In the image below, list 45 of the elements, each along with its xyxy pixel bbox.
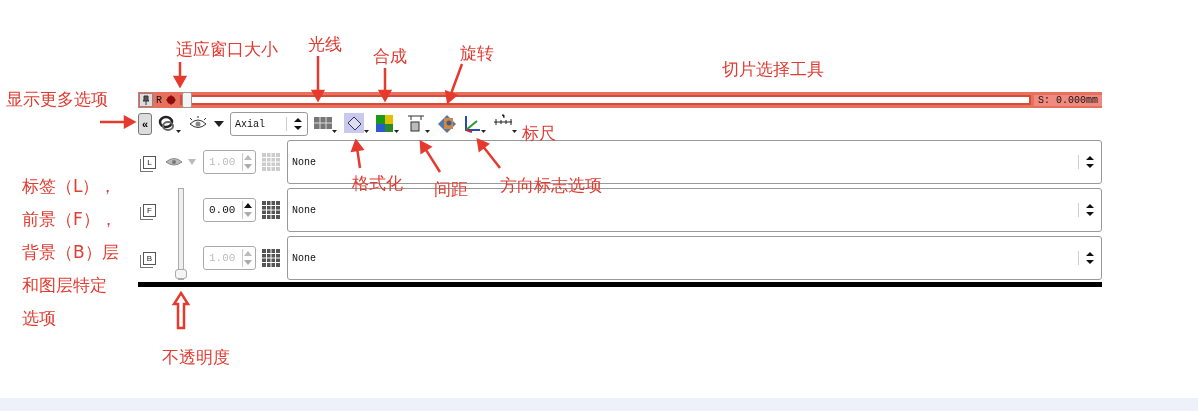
link-icon[interactable] <box>157 114 183 134</box>
eye-icon[interactable] <box>164 155 184 169</box>
ruler-icon[interactable] <box>493 114 519 134</box>
layout-grid-icon[interactable] <box>313 114 339 134</box>
grid-icon[interactable] <box>262 201 280 219</box>
callout-label: 适应窗口大小 <box>176 38 278 61</box>
layer-foreground-icon[interactable]: F <box>143 203 156 217</box>
callout-arrow <box>377 66 392 102</box>
layer-note: 标签（L）， 前景（F）， 背景（B）层 和图层特定 选项 <box>22 175 119 330</box>
callout-arrow <box>98 115 136 130</box>
callout-label: 旋转 <box>460 42 494 65</box>
up-down-arrows-icon <box>1078 155 1095 169</box>
slice-slider[interactable] <box>180 95 1031 105</box>
callout-arrow <box>444 62 464 104</box>
opacity-spinbox[interactable]: 0.00 <box>203 198 256 222</box>
orientation-label: R <box>156 94 162 106</box>
up-down-arrows-icon <box>286 117 303 131</box>
up-down-arrows-icon <box>1078 203 1095 217</box>
callout-label: 切片选择工具 <box>722 58 824 81</box>
slice-offset: S: 0.000mm <box>1034 94 1102 106</box>
color-layers-icon[interactable] <box>375 114 401 134</box>
slider-thumb[interactable] <box>182 92 192 108</box>
axes-icon[interactable] <box>462 114 488 134</box>
callout-label: 显示更多选项 <box>6 88 108 111</box>
caret-icon[interactable] <box>213 119 225 129</box>
view-orientation-dropdown[interactable]: Axial <box>230 112 308 136</box>
pin-icon <box>142 95 150 105</box>
callout-arrow <box>310 54 325 102</box>
pin-button[interactable] <box>139 93 153 107</box>
up-down-arrows-icon[interactable] <box>243 201 253 219</box>
up-down-arrows-icon <box>1078 251 1095 265</box>
opacity-slider[interactable] <box>178 188 184 280</box>
callout-label: 不透明度 <box>162 346 230 369</box>
callout-arrow <box>172 60 187 88</box>
show-more-button[interactable]: « <box>138 113 152 135</box>
fit-to-window-icon[interactable] <box>165 94 177 106</box>
spacing-icon[interactable] <box>406 114 432 134</box>
slider-thumb[interactable] <box>175 269 187 279</box>
callout-label: 光线 <box>308 33 342 56</box>
callout-arrow <box>419 140 442 174</box>
callout-arrow <box>476 138 502 170</box>
callout-arrow <box>171 290 191 330</box>
grid-icon[interactable] <box>262 249 280 267</box>
callout-arrow <box>351 139 365 170</box>
callout-label: 合成 <box>373 45 407 68</box>
